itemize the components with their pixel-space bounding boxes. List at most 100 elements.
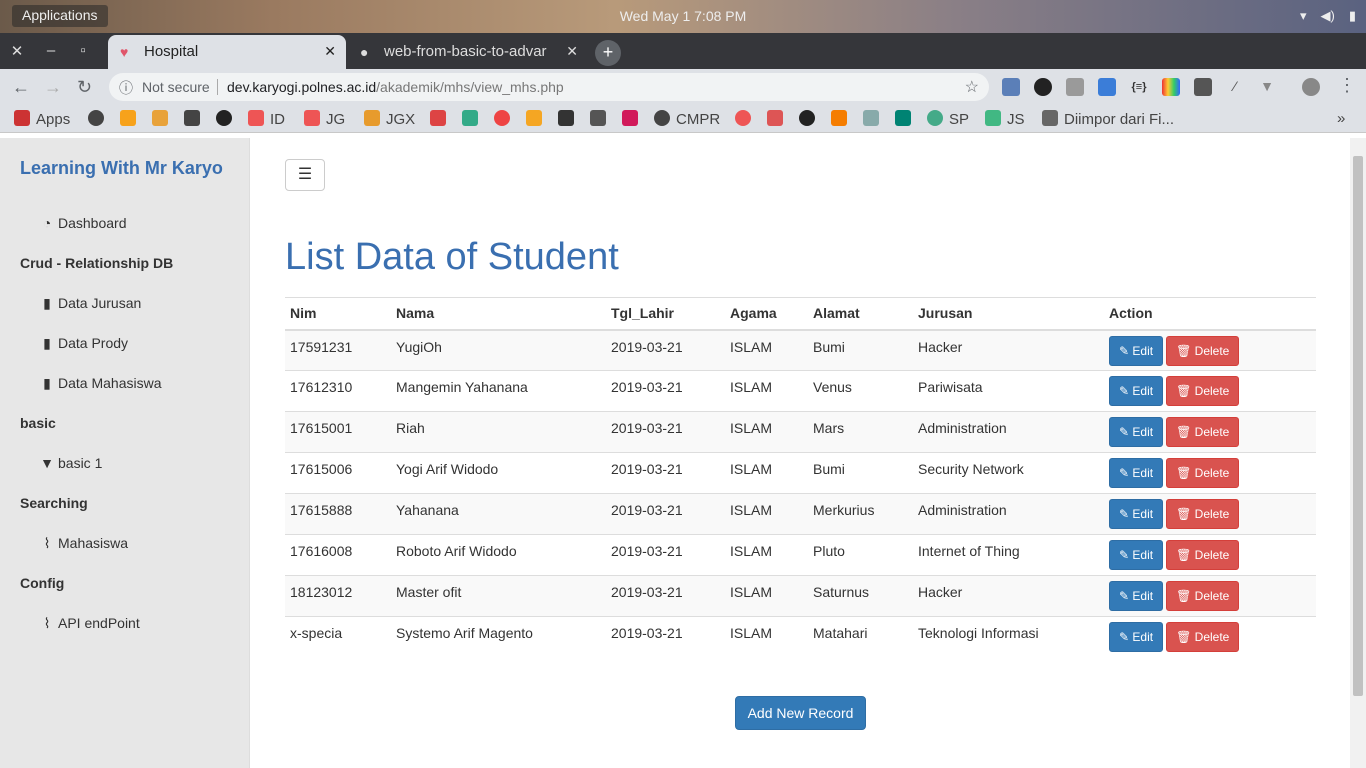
bookmark-sp[interactable]: SP xyxy=(927,110,969,128)
bookmark-globe[interactable] xyxy=(88,110,110,128)
extension-v-icon[interactable]: ▼ xyxy=(1258,78,1276,96)
edit-button[interactable]: ✎ Edit xyxy=(1109,335,1164,366)
sidebar-item-data-mahasiswa[interactable]: ▮ Data Mahasiswa xyxy=(40,375,162,392)
sidebar-item-mahasiswa[interactable]: ⌇ Mahasiswa xyxy=(40,535,128,552)
delete-label: Delete xyxy=(1194,384,1230,398)
table-cell: Yahanana xyxy=(391,493,606,535)
extension-blue-icon[interactable] xyxy=(1098,78,1116,96)
table-row: 17612310 Mangemin Yahanana 2019-03-21 ISLAM… xyxy=(285,370,1316,412)
tab-label: Hospital xyxy=(144,43,199,60)
menu-kebab-icon[interactable]: ⋮ xyxy=(1338,75,1356,96)
bookmark-9[interactable] xyxy=(767,110,789,128)
add-new-record-button[interactable]: Add New Record xyxy=(735,696,866,730)
paperclip-icon: ⌇ xyxy=(43,535,51,551)
sidebar-item-data-jurusan[interactable]: ▮ Data Jurusan xyxy=(40,295,141,312)
bookmark-6[interactable] xyxy=(558,110,580,128)
bookmark-5[interactable] xyxy=(494,110,516,128)
clock[interactable]: Wed May 1 7:08 PM xyxy=(0,8,1366,24)
bookmark-2[interactable] xyxy=(152,110,174,128)
bookmark-3[interactable] xyxy=(184,110,206,128)
bookmark-icon xyxy=(494,110,510,126)
info-icon[interactable]: ⓘ xyxy=(119,78,133,98)
delete-button[interactable]: 🗑 Delete xyxy=(1166,581,1240,611)
security-label[interactable]: Not secure xyxy=(142,79,210,95)
scrollbar-thumb[interactable] xyxy=(1353,156,1363,696)
extension-json-icon[interactable]: {≡} xyxy=(1130,78,1148,96)
bookmark-codepen[interactable] xyxy=(590,110,612,128)
table-cell: Venus xyxy=(808,370,913,412)
edit-button[interactable]: ✎ Edit xyxy=(1109,376,1164,406)
edit-button[interactable]: ✎ Edit xyxy=(1109,499,1164,529)
table-row: 17615888 Yahanana 2019-03-21 ISLAM Merkurius… xyxy=(285,493,1316,535)
delete-button[interactable]: 🗑 Delete xyxy=(1166,417,1240,447)
sidebar-item-api-endpoint[interactable]: ⌇ API endPoint xyxy=(40,615,140,632)
extension-icon[interactable] xyxy=(1002,78,1020,96)
delete-button[interactable]: 🗑 Delete xyxy=(1166,622,1240,652)
new-tab-button[interactable]: + xyxy=(595,40,621,66)
edit-button[interactable]: ✎ Edit xyxy=(1109,458,1164,488)
close-window-icon[interactable]: ✕ xyxy=(7,42,27,60)
edit-button[interactable]: ✎ Edit xyxy=(1109,581,1164,611)
sidebar-item-basic-1[interactable]: ▼ basic 1 xyxy=(40,455,102,471)
edit-button[interactable]: ✎ Edit xyxy=(1109,622,1164,652)
bookmark-7[interactable] xyxy=(622,110,644,128)
delete-button[interactable]: 🗑 Delete xyxy=(1166,499,1240,529)
edit-button[interactable]: ✎ Edit xyxy=(1109,417,1164,447)
maximize-window-icon[interactable]: ▫ xyxy=(73,42,93,59)
gmail-icon xyxy=(430,110,446,126)
table-cell: ISLAM xyxy=(725,452,808,494)
delete-button[interactable]: 🗑 Delete xyxy=(1166,540,1240,570)
bookmark-gmail[interactable] xyxy=(430,110,452,128)
bookmark-id[interactable]: ID xyxy=(248,110,285,128)
bookmark-jgx[interactable]: JGX xyxy=(364,110,415,128)
bookmark-drive[interactable] xyxy=(462,110,484,128)
bookmark-10[interactable] xyxy=(863,110,885,128)
table-cell: 17591231 xyxy=(285,329,391,371)
bookmark-firebase[interactable] xyxy=(526,110,548,128)
edit-icon: ✎ xyxy=(1119,507,1130,521)
bookmark-blogger[interactable] xyxy=(831,110,853,128)
reload-icon[interactable]: ↻ xyxy=(77,77,92,98)
extension-tc-icon[interactable] xyxy=(1194,78,1212,96)
bookmark-folder[interactable]: Diimpor dari Fi... xyxy=(1042,110,1174,128)
scrollbar[interactable] xyxy=(1350,138,1366,768)
url-text[interactable]: dev.karyogi.polnes.ac.id/akademik/mhs/vi… xyxy=(227,79,564,95)
extension-k-icon[interactable] xyxy=(1034,78,1052,96)
student-table: Nim Nama Tgl_Lahir Agama Alamat Jurusan … xyxy=(285,297,1316,658)
tab-hospital[interactable]: ♥ Hospital ✕ xyxy=(108,35,346,69)
action-cell: ✎ Edit 🗑 Delete xyxy=(1104,452,1316,494)
eyedropper-icon[interactable]: ⁄ xyxy=(1226,78,1244,96)
bookmark-star-icon[interactable]: ☆ xyxy=(965,77,979,97)
delete-button[interactable]: 🗑 Delete xyxy=(1166,458,1240,488)
bookmark-bing[interactable] xyxy=(895,110,917,128)
back-icon[interactable]: ← xyxy=(12,77,30,98)
menu-toggle-button[interactable]: ☰ xyxy=(285,159,325,191)
bookmark-github[interactable] xyxy=(216,110,238,128)
delete-button[interactable]: 🗑 Delete xyxy=(1166,376,1240,406)
delete-button[interactable]: 🗑 Delete xyxy=(1166,335,1240,366)
extension-qr-icon[interactable] xyxy=(1066,78,1084,96)
bookmark-github-2[interactable] xyxy=(799,110,821,128)
profile-avatar-icon[interactable] xyxy=(1302,78,1320,96)
sidebar-item-label: Data Mahasiswa xyxy=(58,375,162,391)
system-tray[interactable]: ▾ ◀) ▮ xyxy=(1300,8,1356,24)
bookmark-js[interactable]: JS xyxy=(985,110,1025,128)
bookmark-apps[interactable]: Apps xyxy=(14,110,70,128)
sidebar-item-dashboard[interactable]: ◔ Dashboard xyxy=(40,215,127,231)
more-bookmarks-icon[interactable]: » xyxy=(1337,110,1345,127)
close-tab-icon[interactable]: ✕ xyxy=(566,43,578,60)
brand-title[interactable]: Learning With Mr Karyo xyxy=(20,158,223,179)
bookmark-8[interactable] xyxy=(735,110,757,128)
bookmark-jg[interactable]: JG xyxy=(304,110,345,128)
bookmark-cmpr[interactable]: CMPR xyxy=(654,110,720,128)
minimize-window-icon[interactable]: – xyxy=(41,42,61,59)
bookmark-pma[interactable] xyxy=(120,110,142,128)
bookmark-icon xyxy=(248,110,264,126)
edit-button[interactable]: ✎ Edit xyxy=(1109,540,1164,570)
extension-color-icon[interactable] xyxy=(1162,78,1180,96)
url-input[interactable]: ⓘ Not secure dev.karyogi.polnes.ac.id/ak… xyxy=(109,73,989,101)
sidebar-item-data-prody[interactable]: ▮ Data Prody xyxy=(40,335,128,352)
forward-icon[interactable]: → xyxy=(44,77,62,98)
tab-github[interactable]: ● web-from-basic-to-advar ✕ xyxy=(348,35,588,69)
close-tab-icon[interactable]: ✕ xyxy=(324,43,336,60)
